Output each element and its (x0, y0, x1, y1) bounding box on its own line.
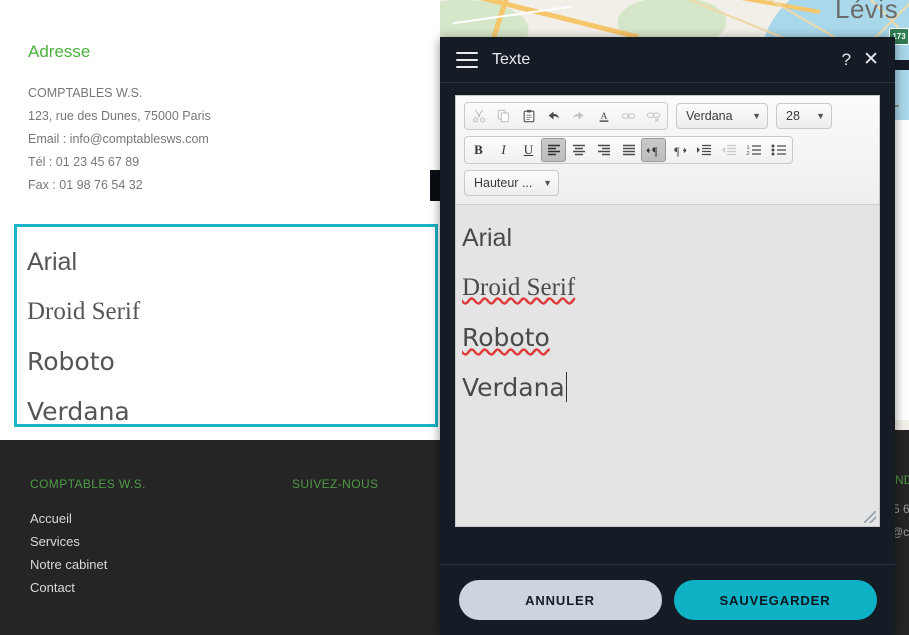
direction-rtl-icon[interactable]: ¶ (666, 138, 691, 162)
text-block-line: Arial (27, 248, 78, 276)
toolbar-row-1: A Verdana ▼ 28 ▼ (464, 102, 871, 130)
text-block-line: Verdana (27, 397, 130, 426)
align-center-icon[interactable] (566, 138, 591, 162)
address-block: COMPTABLES W.S. 123, rue des Dunes, 7500… (28, 82, 211, 197)
website-page: Adresse COMPTABLES W.S. 123, rue des Dun… (0, 0, 440, 635)
editor-line: Arial (462, 224, 513, 252)
align-right-icon[interactable] (591, 138, 616, 162)
toolbar-row-2: B I U ¶ ¶ 1 2 (464, 136, 871, 164)
unlink-icon[interactable] (641, 104, 666, 128)
align-justify-icon[interactable] (616, 138, 641, 162)
close-icon[interactable]: ✕ (863, 50, 879, 69)
indent-increase-icon[interactable] (691, 138, 716, 162)
editor-line: Droid Serif (462, 263, 873, 313)
address-line: Tél : 01 23 45 67 89 (28, 155, 140, 169)
hamburger-icon[interactable] (456, 51, 478, 68)
screen: Lévis 173 Adresse COMPTABLES W.S. 123, r… (0, 0, 909, 635)
editor-content-area[interactable]: Arial Droid Serif Roboto Verdana (456, 204, 879, 526)
font-size-value: 28 (786, 109, 800, 123)
text-editor-dialog: Texte ? ✕ A Verdana ▼ 28 ▼ B I U ¶ ¶ 1 2… (440, 37, 895, 635)
cut-icon[interactable] (466, 104, 491, 128)
rich-text-editor: A Verdana ▼ 28 ▼ B I U ¶ ¶ 1 2 Hauteur .… (455, 95, 880, 527)
underline-icon[interactable]: U (516, 138, 541, 162)
italic-icon[interactable]: I (491, 138, 516, 162)
footer-social-title: SUIVEZ-NOUS (292, 477, 379, 491)
help-icon[interactable]: ? (842, 51, 851, 68)
dialog-body: A Verdana ▼ 28 ▼ B I U ¶ ¶ 1 2 Hauteur .… (440, 83, 895, 527)
footer-link-services[interactable]: Services (30, 530, 107, 553)
page-edge-artifact (430, 170, 440, 201)
indent-decrease-icon[interactable] (716, 138, 741, 162)
bold-icon[interactable]: B (466, 138, 491, 162)
misspelled-word: Droid Serif (462, 274, 576, 301)
address-line: 123, rue des Dunes, 75000 Paris (28, 109, 211, 123)
paste-icon[interactable] (516, 104, 541, 128)
address-line: Fax : 01 98 76 54 32 (28, 178, 143, 192)
resize-handle[interactable] (864, 511, 876, 523)
toolbar-row-3: Hauteur ... ▼ (464, 170, 871, 196)
dialog-footer-buttons: ANNULER SAUVEGARDER (440, 565, 895, 635)
line-height-value: Hauteur ... (474, 176, 533, 190)
dialog-title-bar: Texte ? ✕ (440, 37, 895, 83)
chevron-down-icon: ▼ (752, 111, 761, 121)
footer-link-accueil[interactable]: Accueil (30, 507, 107, 530)
svg-text:¶: ¶ (652, 144, 658, 157)
editor-line: Roboto (462, 313, 873, 363)
save-button[interactable]: SAUVEGARDER (673, 580, 877, 620)
dialog-title-actions: ? ✕ (842, 50, 879, 69)
text-cursor (565, 372, 567, 402)
address-line: Email : info@comptablesws.com (28, 132, 209, 146)
formatting-group: B I U ¶ ¶ 1 2 (464, 136, 793, 164)
footer-brand-title: COMPTABLES W.S. (30, 477, 146, 491)
cancel-button[interactable]: ANNULER (458, 580, 662, 620)
line-height-select[interactable]: Hauteur ... ▼ (464, 170, 559, 196)
text-color-icon[interactable]: A (591, 104, 616, 128)
ordered-list-icon[interactable]: 12 (741, 138, 766, 162)
footer-link-notre-cabinet[interactable]: Notre cabinet (30, 553, 107, 576)
font-family-select[interactable]: Verdana ▼ (676, 103, 768, 129)
font-size-select[interactable]: 28 ▼ (776, 103, 832, 129)
clipboard-history-group: A (464, 102, 668, 130)
map-city-label: Lévis (835, 0, 899, 24)
font-family-value: Verdana (686, 109, 733, 123)
editor-line: Verdana (462, 363, 873, 413)
clipped-heading: ND (895, 473, 909, 487)
redo-icon[interactable] (566, 104, 591, 128)
clipped-line-1: 5 67 (895, 502, 909, 516)
copy-icon[interactable] (491, 104, 516, 128)
footer-nav: Accueil Services Notre cabinet Contact (30, 507, 107, 599)
footer-link-contact[interactable]: Contact (30, 576, 107, 599)
editor-line-text: Verdana (462, 373, 565, 402)
address-line: COMPTABLES W.S. (28, 86, 143, 100)
bullet-list-icon[interactable] (766, 138, 791, 162)
link-icon[interactable] (616, 104, 641, 128)
svg-text:2: 2 (746, 151, 749, 156)
clipped-footer-fragment: ND 5 67 @co (895, 430, 909, 635)
dialog-title: Texte (492, 50, 531, 68)
svg-text:¶: ¶ (674, 144, 680, 157)
address-heading: Adresse (28, 42, 91, 61)
chevron-down-icon: ▼ (816, 111, 825, 121)
text-block-line: Roboto (27, 347, 115, 376)
direction-ltr-icon[interactable]: ¶ (641, 138, 666, 162)
editor-toolbar: A Verdana ▼ 28 ▼ B I U ¶ ¶ 1 2 Hauteur .… (456, 96, 879, 204)
align-left-icon[interactable] (541, 138, 566, 162)
clipped-line-2: @co (895, 525, 909, 539)
chevron-down-icon: ▼ (543, 178, 552, 188)
dialog-edge-shadow (895, 60, 909, 70)
misspelled-word: Roboto (462, 323, 550, 352)
text-block-line: Droid Serif (27, 298, 141, 325)
selected-text-block[interactable]: Arial Droid Serif Roboto Verdana (14, 224, 438, 427)
undo-icon[interactable] (541, 104, 566, 128)
